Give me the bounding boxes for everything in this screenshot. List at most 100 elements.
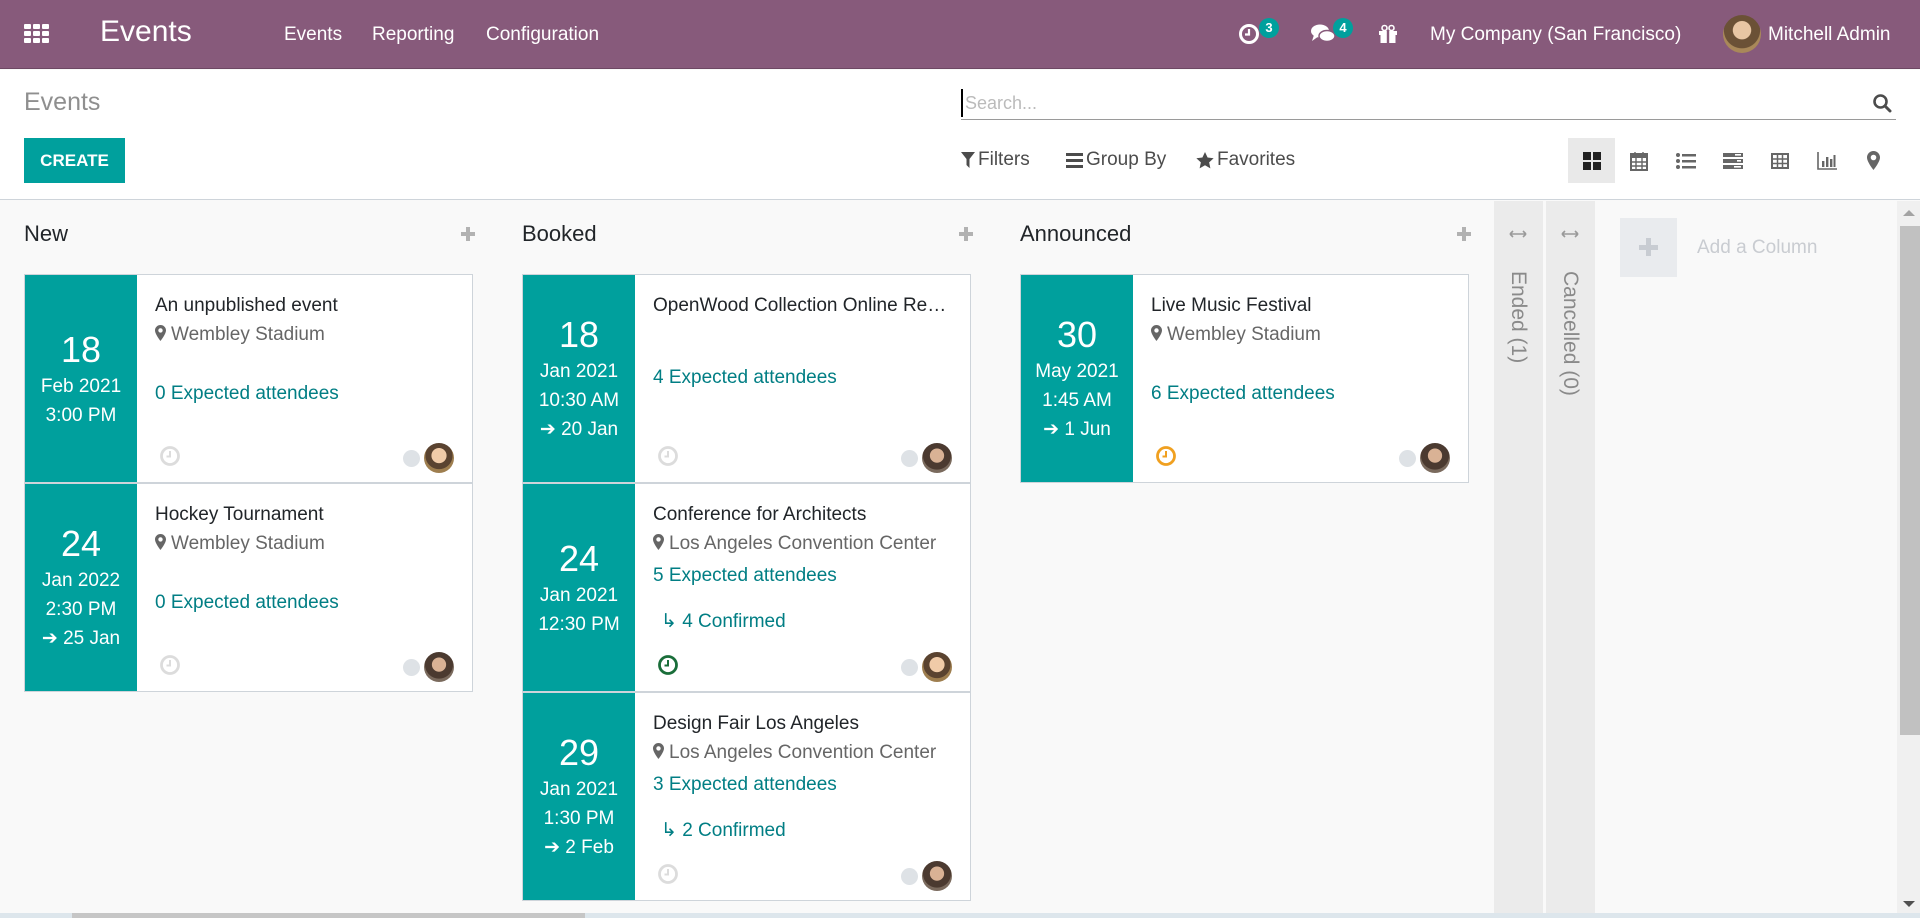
activity-clock-icon[interactable] [159, 445, 181, 467]
expected-attendees-link[interactable]: 3 Expected attendees [653, 774, 837, 796]
view-list-button[interactable] [1662, 138, 1709, 183]
event-card[interactable]: 24 Jan 2022 2:30 PM ➔ 25 Jan Hockey Tour… [24, 483, 473, 692]
kanban-state-dot[interactable] [1399, 450, 1416, 467]
event-title: An unpublished event [155, 295, 338, 316]
menu-reporting[interactable]: Reporting [372, 24, 454, 46]
add-column-label[interactable]: Add a Column [1697, 237, 1817, 259]
map-marker-icon [155, 534, 166, 550]
event-card[interactable]: 24 Jan 2021 12:30 PM Conference for Arch… [522, 483, 971, 692]
view-map-button[interactable] [1850, 138, 1897, 183]
column-title: Announced [1020, 221, 1132, 246]
folded-column-label: Cancelled (0) [1559, 271, 1582, 396]
event-location: Wembley Stadium [155, 533, 325, 555]
filters-button[interactable]: Filters [961, 149, 1030, 171]
search-bar [961, 87, 1896, 120]
activity-clock-icon[interactable] [657, 654, 679, 676]
scroll-up-arrow-icon[interactable] [1903, 210, 1915, 216]
horizontal-scrollbar[interactable] [0, 913, 1920, 918]
search-input[interactable] [961, 89, 1841, 117]
responsible-avatar[interactable] [922, 443, 952, 473]
responsible-avatar[interactable] [922, 652, 952, 682]
menu-configuration[interactable]: Configuration [486, 24, 599, 46]
view-gantt-button[interactable] [1709, 138, 1756, 183]
view-pivot-button[interactable] [1756, 138, 1803, 183]
expected-attendees-link[interactable]: 0 Expected attendees [155, 383, 339, 405]
event-title: OpenWood Collection Online Reveal [653, 295, 954, 316]
kanban-state-dot[interactable] [403, 659, 420, 676]
gantt-view-icon [1722, 152, 1743, 169]
folded-column-label: Ended (1) [1507, 271, 1530, 364]
event-date-block: 18 Jan 2021 10:30 AM ➔ 20 Jan [523, 275, 635, 482]
menu-events[interactable]: Events [284, 24, 342, 46]
quick-create-plus-icon[interactable] [461, 227, 475, 241]
scroll-down-arrow-icon[interactable] [1903, 901, 1915, 907]
level-down-arrow-icon: ↳ [661, 820, 683, 841]
search-icon[interactable] [1872, 93, 1892, 113]
event-location: Los Angeles Convention Center [653, 742, 936, 764]
filters-label: Filters [978, 149, 1030, 170]
view-calendar-button[interactable] [1615, 138, 1662, 183]
app-title[interactable]: Events [100, 15, 192, 49]
group-by-icon [1066, 152, 1083, 168]
list-view-icon [1675, 152, 1696, 169]
control-panel: Events CREATE Filters Group By Favorites [0, 70, 1920, 200]
kanban-state-dot[interactable] [901, 450, 918, 467]
quick-create-plus-icon[interactable] [959, 227, 973, 241]
responsible-avatar[interactable] [922, 861, 952, 891]
activity-clock-icon[interactable] [1155, 445, 1177, 467]
event-card-body: Hockey Tournament Wembley Stadium 0 Expe… [155, 484, 456, 691]
event-card[interactable]: 30 May 2021 1:45 AM ➔ 1 Jun Live Music F… [1020, 274, 1469, 483]
messages-icon[interactable] [1310, 22, 1336, 46]
expected-attendees-link[interactable]: 5 Expected attendees [653, 565, 837, 587]
responsible-avatar[interactable] [424, 443, 454, 473]
star-icon [1196, 151, 1214, 168]
gift-icon[interactable] [1378, 22, 1398, 46]
event-title: Hockey Tournament [155, 504, 324, 525]
event-month-year: Jan 2021 [539, 361, 619, 382]
quick-create-plus-icon[interactable] [1457, 227, 1471, 241]
company-switcher[interactable]: My Company (San Francisco) [1430, 24, 1681, 46]
responsible-avatar[interactable] [424, 652, 454, 682]
event-time: 1:45 AM [1042, 390, 1112, 411]
vertical-scrollbar[interactable] [1897, 201, 1920, 913]
kanban-state-dot[interactable] [901, 659, 918, 676]
confirmed-attendees-link[interactable]: ↳ 2 Confirmed [661, 819, 786, 842]
activity-clock-icon[interactable] [657, 863, 679, 885]
user-menu[interactable]: Mitchell Admin [1768, 24, 1891, 46]
favorites-label: Favorites [1217, 149, 1296, 170]
confirmed-attendees-link[interactable]: ↳ 4 Confirmed [661, 610, 786, 633]
event-day: 18 [60, 328, 102, 370]
event-date-block: 24 Jan 2021 12:30 PM [523, 484, 635, 691]
level-down-arrow-icon: ↳ [661, 611, 683, 632]
event-location: Wembley Stadium [1151, 324, 1321, 346]
expected-attendees-link[interactable]: 6 Expected attendees [1151, 383, 1335, 405]
graph-view-icon [1816, 151, 1837, 170]
top-navbar: Events Events Reporting Configuration 3 … [0, 0, 1920, 69]
expected-attendees-link[interactable]: 4 Expected attendees [653, 367, 837, 389]
event-card[interactable]: 18 Jan 2021 10:30 AM ➔ 20 Jan OpenWood C… [522, 274, 971, 483]
expected-attendees-link[interactable]: 0 Expected attendees [155, 592, 339, 614]
user-avatar[interactable] [1723, 15, 1761, 53]
event-month-year: May 2021 [1035, 361, 1119, 382]
activity-clock-icon[interactable] [657, 445, 679, 467]
event-date-block: 24 Jan 2022 2:30 PM ➔ 25 Jan [25, 484, 137, 691]
responsible-avatar[interactable] [1420, 443, 1450, 473]
apps-grid-icon[interactable] [24, 24, 50, 44]
event-card[interactable]: 18 Feb 2021 3:00 PM An unpublished event… [24, 274, 473, 483]
add-column-button[interactable] [1620, 218, 1677, 277]
vertical-scrollbar-thumb[interactable] [1900, 226, 1920, 735]
activity-clock-icon[interactable] [1237, 22, 1261, 46]
favorites-button[interactable]: Favorites [1196, 149, 1295, 171]
horizontal-scrollbar-thumb[interactable] [72, 913, 585, 918]
event-card-body: Conference for Architects Los Angeles Co… [653, 484, 954, 691]
view-kanban-button[interactable] [1568, 138, 1615, 183]
view-graph-button[interactable] [1803, 138, 1850, 183]
group-by-button[interactable]: Group By [1066, 149, 1166, 171]
kanban-state-dot[interactable] [403, 450, 420, 467]
folded-column-cancelled[interactable]: Cancelled (0) [1546, 201, 1595, 913]
create-button[interactable]: CREATE [24, 138, 125, 183]
folded-column-ended[interactable]: Ended (1) [1494, 201, 1543, 913]
kanban-state-dot[interactable] [901, 868, 918, 885]
activity-clock-icon[interactable] [159, 654, 181, 676]
event-card[interactable]: 29 Jan 2021 1:30 PM ➔ 2 Feb Design Fair … [522, 692, 971, 901]
